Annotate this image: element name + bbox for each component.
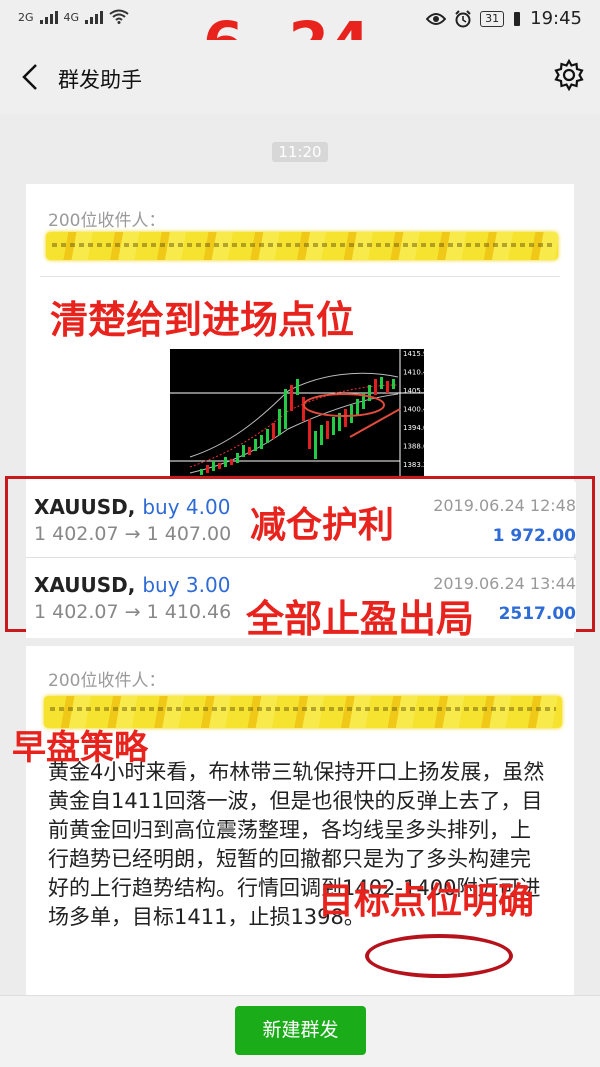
candlestick bbox=[242, 445, 245, 457]
network-2g-label: 2G bbox=[18, 11, 34, 24]
chart-canvas: 1415.95 1410.40 1405.32 1400.45 1394.05 1388.… bbox=[170, 349, 424, 477]
reduce-position-annotation: 减仓护利 bbox=[250, 504, 395, 546]
title-bar: 群发助手 bbox=[0, 40, 600, 114]
recipients-label: 200位收件人： bbox=[48, 211, 166, 231]
candlestick bbox=[374, 379, 377, 395]
message-timestamp: 11:20 bbox=[0, 142, 600, 162]
candlestick bbox=[326, 421, 329, 439]
alarm-icon bbox=[455, 9, 471, 27]
candlestick bbox=[218, 463, 221, 469]
candlestick bbox=[200, 469, 203, 475]
trade-open-price: 1 402.07 bbox=[34, 523, 119, 545]
candlestick bbox=[224, 457, 227, 467]
trade-side: buy 4.00 bbox=[142, 495, 231, 519]
price-scale-label: 1383.25 bbox=[403, 461, 424, 469]
trade-profit: 1 972.00 bbox=[492, 526, 576, 546]
candlestick bbox=[206, 465, 209, 473]
candlestick bbox=[266, 429, 269, 443]
target-highlight-circle bbox=[365, 934, 513, 978]
trade-datetime: 2019.06.24 12:48 bbox=[433, 496, 576, 515]
candlestick bbox=[302, 397, 305, 421]
candlestick bbox=[356, 399, 359, 415]
new-broadcast-button[interactable]: 新建群发 bbox=[235, 1006, 366, 1055]
price-scale-label: 1410.40 bbox=[403, 369, 424, 377]
trade-side: buy 3.00 bbox=[142, 573, 231, 597]
divider bbox=[40, 276, 560, 277]
candlestick bbox=[350, 405, 353, 423]
candlestick bbox=[392, 379, 395, 389]
recipients-label: 200位收件人： bbox=[48, 671, 166, 691]
eye-icon bbox=[426, 12, 447, 25]
arrow-icon: → bbox=[124, 601, 141, 623]
candlestick bbox=[332, 417, 335, 435]
candlestick bbox=[278, 409, 281, 435]
trade-profit: 2517.00 bbox=[498, 604, 576, 624]
signal-bars-icon bbox=[39, 10, 58, 24]
candlestick-chart-image[interactable]: 1415.95 1410.40 1405.32 1400.45 1394.05 1388.… bbox=[170, 349, 424, 477]
trade-symbol: XAUUSD, bbox=[34, 495, 136, 519]
network-4g-label: 4G bbox=[63, 11, 80, 24]
candlestick bbox=[290, 385, 293, 411]
candlestick bbox=[236, 453, 239, 463]
gear-icon[interactable] bbox=[552, 58, 586, 92]
take-profit-annotation: 全部止盈出局 bbox=[246, 596, 475, 641]
trade-close-price: 1 410.46 bbox=[146, 601, 232, 623]
back-arrow-icon[interactable] bbox=[14, 60, 48, 94]
clear-target-annotation: 目标点位明确 bbox=[318, 880, 535, 922]
clock: 19:45 bbox=[530, 8, 582, 29]
candlestick bbox=[230, 459, 233, 465]
signal-indicators: 2G 4G bbox=[18, 9, 129, 24]
vibrate-icon bbox=[514, 11, 521, 26]
signal-bars-icon bbox=[85, 10, 104, 24]
candlestick bbox=[368, 385, 371, 401]
candlestick bbox=[248, 447, 251, 455]
candlestick bbox=[296, 379, 299, 395]
trade-open-price: 1 402.07 bbox=[34, 601, 119, 623]
candlestick bbox=[380, 377, 383, 389]
price-scale-label: 1400.45 bbox=[403, 406, 424, 414]
candlestick bbox=[212, 461, 215, 471]
wifi-icon bbox=[109, 9, 129, 24]
candlestick bbox=[314, 431, 317, 459]
divider bbox=[26, 557, 576, 558]
arrow-icon: → bbox=[124, 523, 141, 545]
candlestick bbox=[308, 419, 311, 449]
candlestick bbox=[272, 423, 275, 439]
trade-symbol: XAUUSD, bbox=[34, 573, 136, 597]
candlestick bbox=[386, 381, 389, 393]
price-scale-label: 1388.65 bbox=[403, 443, 424, 451]
trade-close-price: 1 407.00 bbox=[146, 523, 232, 545]
candlestick bbox=[284, 389, 287, 429]
candlestick bbox=[260, 435, 263, 449]
candlestick bbox=[254, 439, 257, 451]
price-scale-label: 1394.05 bbox=[403, 424, 424, 432]
candlestick bbox=[320, 425, 323, 445]
price-scale-label: 1405.32 bbox=[403, 387, 424, 395]
candlestick bbox=[344, 409, 347, 427]
battery-icon: 31 bbox=[480, 10, 505, 27]
page-title: 群发助手 bbox=[58, 68, 142, 92]
entry-point-annotation: 清楚给到进场点位 bbox=[50, 297, 355, 342]
price-scale-label: 1415.95 bbox=[403, 350, 424, 358]
footer-bar: 新建群发 bbox=[0, 995, 600, 1067]
recipient-names-redacted bbox=[46, 232, 558, 260]
